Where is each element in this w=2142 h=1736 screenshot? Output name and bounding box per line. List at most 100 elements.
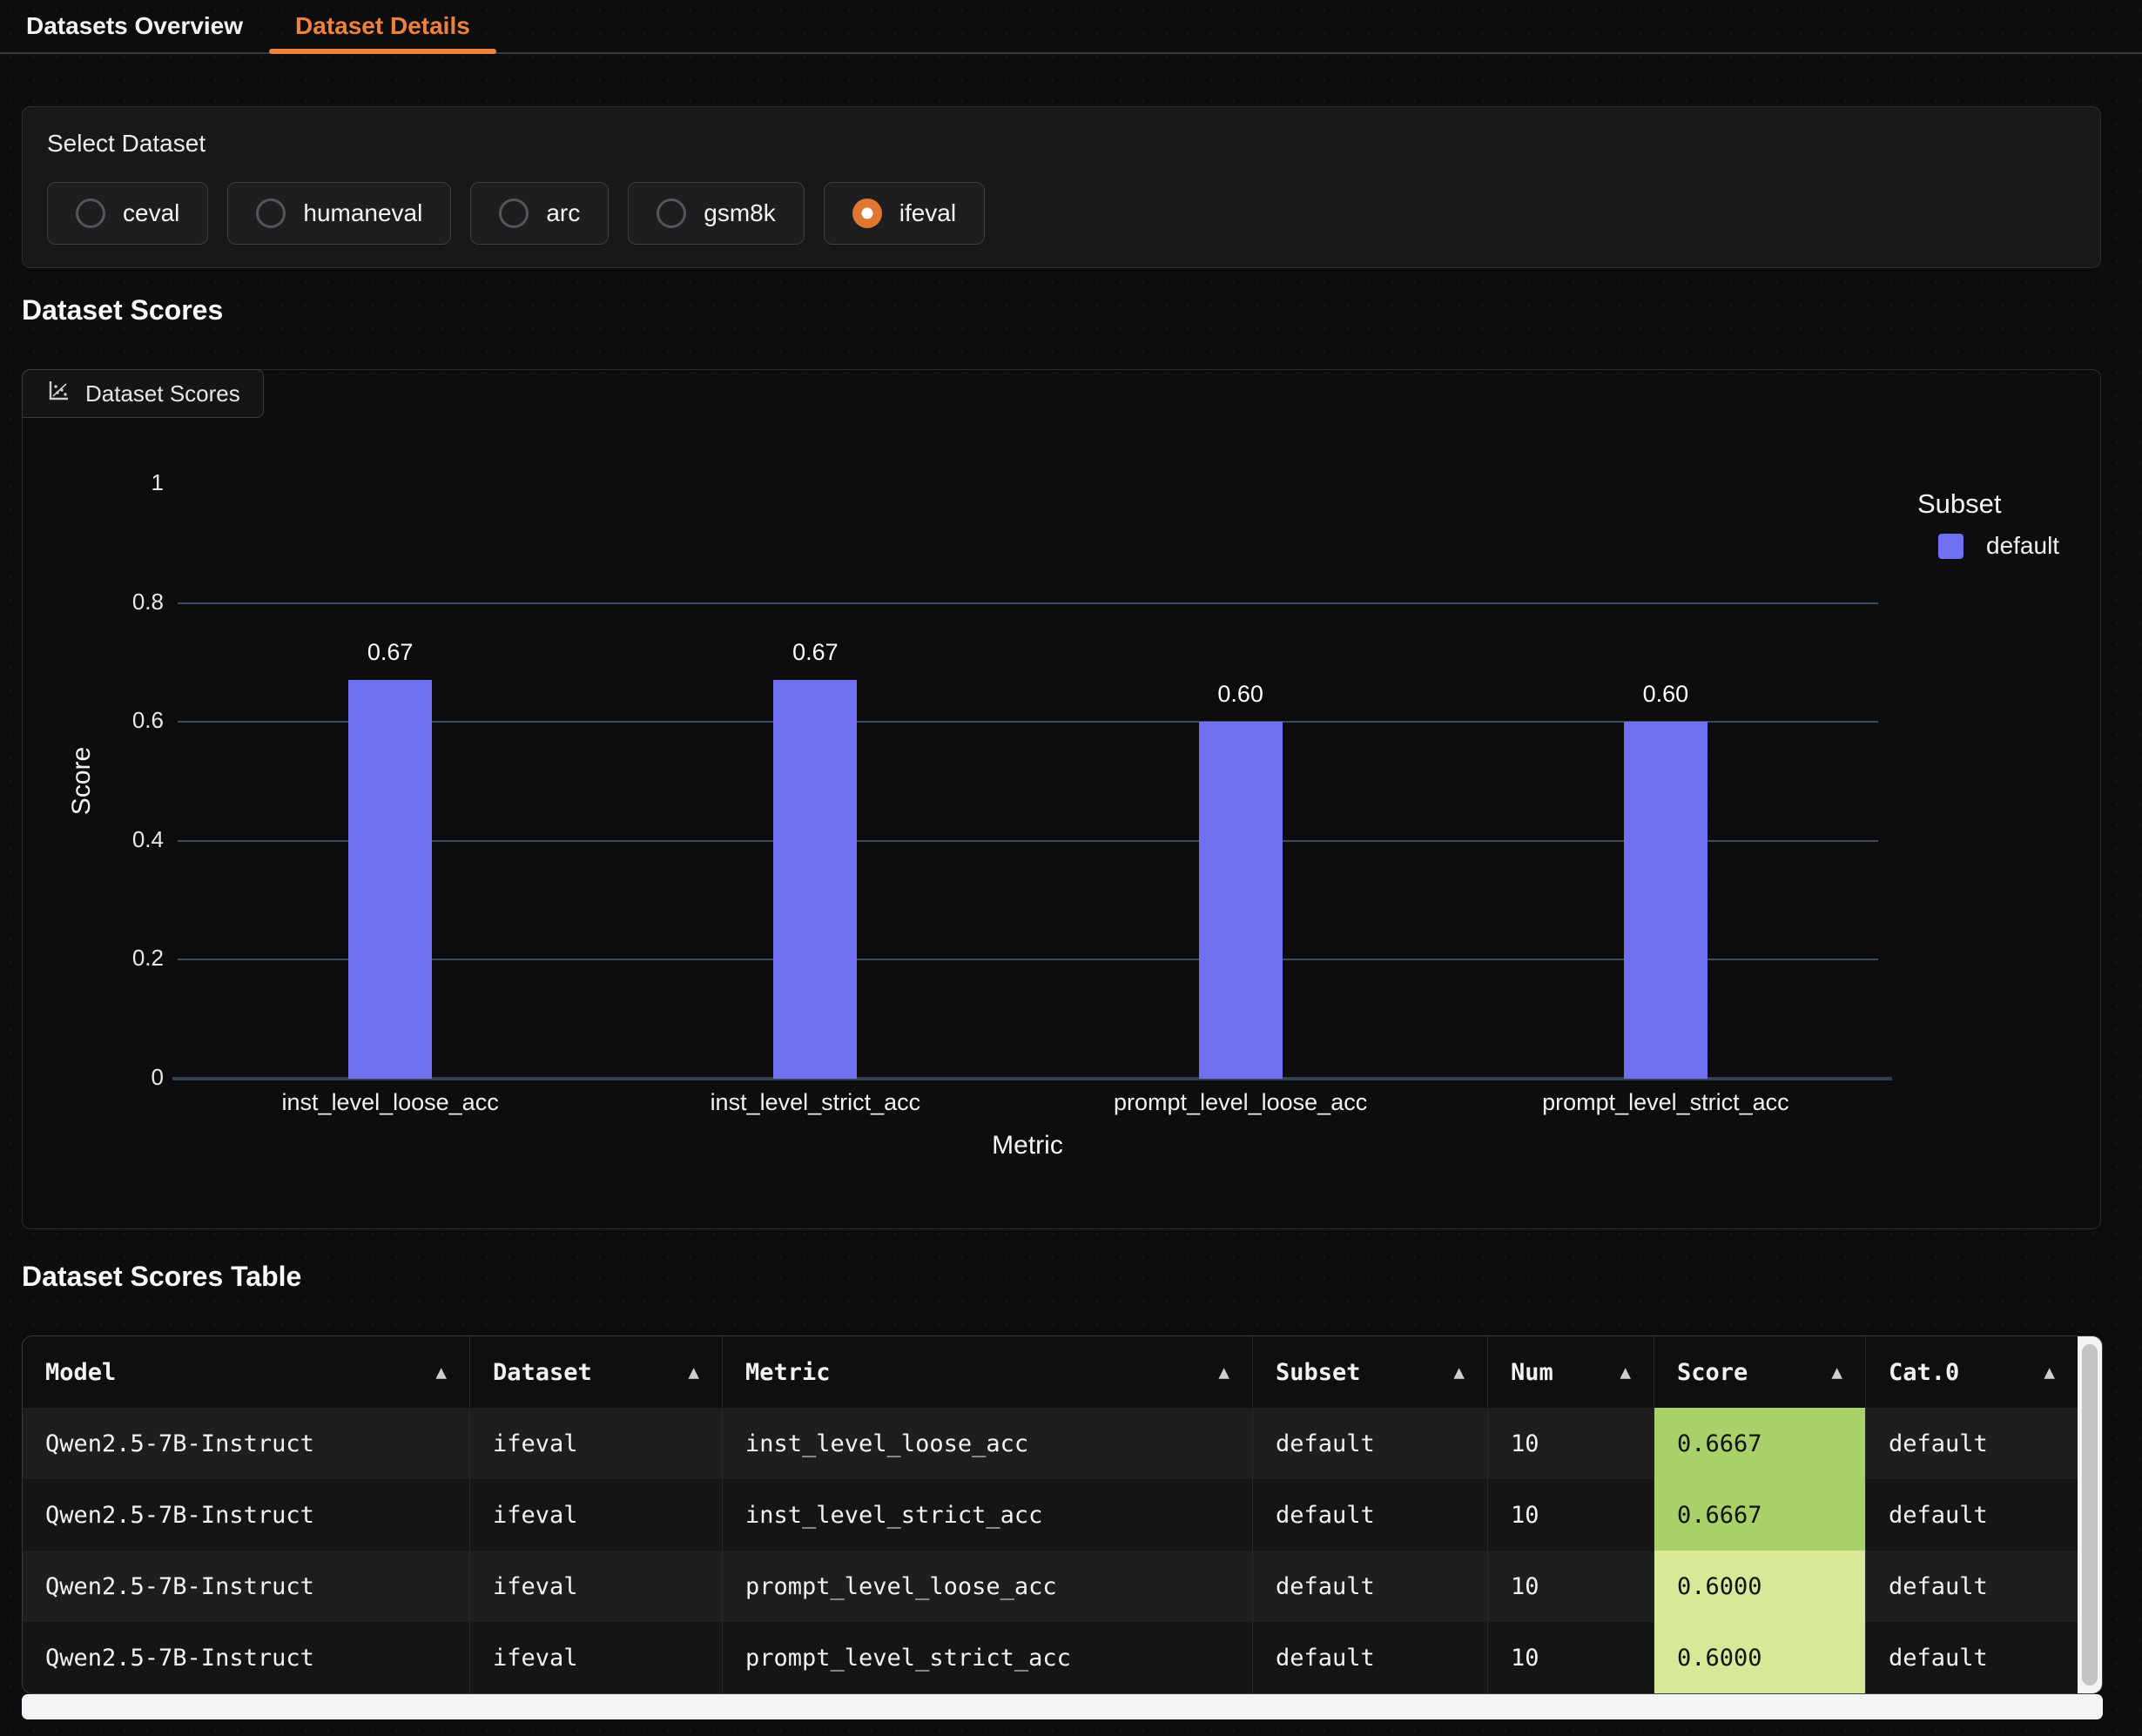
- cell-subset[interactable]: default: [1253, 1408, 1488, 1479]
- cell-model[interactable]: Qwen2.5-7B-Instruct: [23, 1408, 470, 1479]
- column-header-dataset[interactable]: Dataset▲: [470, 1336, 723, 1408]
- x-tick-label: inst_level_strict_acc: [589, 1089, 1041, 1116]
- sort-arrow-icon[interactable]: ▲: [1831, 1362, 1842, 1383]
- cell-score[interactable]: 0.6000: [1654, 1622, 1866, 1693]
- radio-label: ceval: [123, 199, 179, 227]
- radio-label: arc: [546, 199, 580, 227]
- bar-prompt_level_strict_acc[interactable]: [1624, 722, 1708, 1079]
- radio-label: gsm8k: [704, 199, 775, 227]
- cell-score[interactable]: 0.6667: [1654, 1408, 1866, 1479]
- select-dataset-label: Select Dataset: [47, 130, 2076, 158]
- tab-dataset-details[interactable]: Dataset Details: [269, 0, 496, 52]
- cell-score[interactable]: 0.6000: [1654, 1551, 1866, 1622]
- cell-model[interactable]: Qwen2.5-7B-Instruct: [23, 1622, 470, 1693]
- y-tick-label: 0.6: [85, 707, 164, 734]
- cell-model[interactable]: Qwen2.5-7B-Instruct: [23, 1551, 470, 1622]
- cell-cat0[interactable]: default: [1866, 1479, 2078, 1551]
- cell-cat0[interactable]: default: [1866, 1622, 2078, 1693]
- column-header-label: Cat.0: [1889, 1359, 1959, 1386]
- radio-circle-icon: [499, 198, 529, 228]
- y-tick-label: 0.4: [85, 826, 164, 853]
- table-row: Qwen2.5-7B-Instructifevalprompt_level_st…: [23, 1622, 2078, 1693]
- bar-inst_level_loose_acc[interactable]: [348, 680, 432, 1079]
- dataset-scores-heading: Dataset Scores: [22, 294, 223, 326]
- y-tick-label: 0: [85, 1064, 164, 1091]
- y-axis-title: Score: [67, 747, 97, 815]
- column-header-label: Metric: [745, 1359, 831, 1386]
- dataset-radio-ifeval[interactable]: ifeval: [824, 182, 985, 245]
- radio-circle-icon: [657, 198, 686, 228]
- bar-inst_level_strict_acc[interactable]: [773, 680, 857, 1079]
- bar-value-label: 0.67: [303, 639, 477, 666]
- sort-arrow-icon[interactable]: ▲: [1620, 1362, 1631, 1383]
- y-tick-label: 0.2: [85, 945, 164, 972]
- cell-metric[interactable]: inst_level_loose_acc: [723, 1408, 1253, 1479]
- legend-swatch: [1938, 534, 1964, 559]
- cell-num[interactable]: 10: [1488, 1622, 1654, 1693]
- vertical-scrollbar[interactable]: [2078, 1336, 2102, 1693]
- column-header-label: Score: [1677, 1359, 1748, 1386]
- cell-dataset[interactable]: ifeval: [470, 1479, 723, 1551]
- cell-model[interactable]: Qwen2.5-7B-Instruct: [23, 1479, 470, 1551]
- cell-metric[interactable]: inst_level_strict_acc: [723, 1479, 1253, 1551]
- cell-subset[interactable]: default: [1253, 1551, 1488, 1622]
- dataset-radio-gsm8k[interactable]: gsm8k: [628, 182, 804, 245]
- legend-item-default[interactable]: default: [1938, 532, 2059, 560]
- column-header-label: Subset: [1276, 1359, 1361, 1386]
- x-axis-title: Metric: [992, 1131, 1063, 1161]
- cell-dataset[interactable]: ifeval: [470, 1408, 723, 1479]
- bar-value-label: 0.67: [728, 639, 902, 666]
- dataset-radio-ceval[interactable]: ceval: [47, 182, 208, 245]
- bar-prompt_level_loose_acc[interactable]: [1199, 722, 1283, 1079]
- cell-subset[interactable]: default: [1253, 1622, 1488, 1693]
- dataset-scores-table-heading: Dataset Scores Table: [22, 1261, 301, 1293]
- tab-datasets-overview[interactable]: Datasets Overview: [0, 0, 269, 52]
- cell-dataset[interactable]: ifeval: [470, 1622, 723, 1693]
- column-header-metric[interactable]: Metric ▲: [723, 1336, 1253, 1408]
- cell-num[interactable]: 10: [1488, 1408, 1654, 1479]
- radio-circle-icon: [76, 198, 105, 228]
- cell-num[interactable]: 10: [1488, 1551, 1654, 1622]
- y-tick-label: 0.8: [85, 589, 164, 616]
- table-row: Qwen2.5-7B-Instructifevalprompt_level_lo…: [23, 1551, 2078, 1622]
- dataset-radio-group: ceval humaneval arc gsm8k ifeval: [47, 182, 2076, 245]
- horizontal-scrollbar[interactable]: [22, 1694, 2103, 1719]
- cell-score[interactable]: 0.6667: [1654, 1479, 1866, 1551]
- bar-value-label: 0.60: [1579, 681, 1753, 708]
- cell-cat0[interactable]: default: [1866, 1551, 2078, 1622]
- bar-value-label: 0.60: [1154, 681, 1328, 708]
- table-row: Qwen2.5-7B-Instructifevalinst_level_loos…: [23, 1408, 2078, 1479]
- sort-arrow-icon[interactable]: ▲: [435, 1362, 447, 1383]
- select-dataset-panel: Select Dataset ceval humaneval arc gsm8k ife…: [22, 106, 2101, 268]
- legend-title: Subset: [1917, 488, 2002, 520]
- top-tab-bar: Datasets Overview Dataset Details: [0, 0, 2142, 54]
- sort-arrow-icon[interactable]: ▲: [688, 1362, 699, 1383]
- sort-arrow-icon[interactable]: ▲: [1218, 1362, 1229, 1383]
- chart-tab-button[interactable]: Dataset Scores: [22, 369, 264, 418]
- cell-metric[interactable]: prompt_level_strict_acc: [723, 1622, 1253, 1693]
- column-header-num[interactable]: Num ▲: [1488, 1336, 1654, 1408]
- column-header-score[interactable]: Score ▲: [1654, 1336, 1866, 1408]
- cell-dataset[interactable]: ifeval: [470, 1551, 723, 1622]
- dataset-scores-chart: Dataset Scores 0 0.2 0.4 0.6 0.8 1 0.67 inst_le…: [22, 369, 2101, 1229]
- sort-arrow-icon[interactable]: ▲: [1453, 1362, 1465, 1383]
- dataset-radio-arc[interactable]: arc: [470, 182, 609, 245]
- table-row: Qwen2.5-7B-Instructifevalinst_level_stri…: [23, 1479, 2078, 1551]
- cell-num[interactable]: 10: [1488, 1479, 1654, 1551]
- x-tick-label: inst_level_loose_acc: [164, 1089, 616, 1116]
- column-header-subset[interactable]: Subset ▲: [1253, 1336, 1488, 1408]
- vertical-scrollbar-thumb[interactable]: [2082, 1344, 2098, 1686]
- gridline: [178, 602, 1878, 604]
- column-header-model[interactable]: Model▲: [23, 1336, 470, 1408]
- column-header-label: Num: [1511, 1359, 1553, 1386]
- cell-subset[interactable]: default: [1253, 1479, 1488, 1551]
- scatter-chart-icon: [45, 378, 71, 410]
- column-header-cat0[interactable]: Cat.0 ▲: [1866, 1336, 2078, 1408]
- cell-cat0[interactable]: default: [1866, 1408, 2078, 1479]
- dataset-radio-humaneval[interactable]: humaneval: [227, 182, 451, 245]
- sort-arrow-icon[interactable]: ▲: [2044, 1362, 2055, 1383]
- dataset-scores-table: Model▲Dataset▲Metric▲Subset▲Num▲Score▲Ca…: [22, 1336, 2103, 1694]
- cell-metric[interactable]: prompt_level_loose_acc: [723, 1551, 1253, 1622]
- y-tick-label: 1: [85, 469, 164, 496]
- table-header-row: Model▲Dataset▲Metric▲Subset▲Num▲Score▲Ca…: [23, 1336, 2078, 1408]
